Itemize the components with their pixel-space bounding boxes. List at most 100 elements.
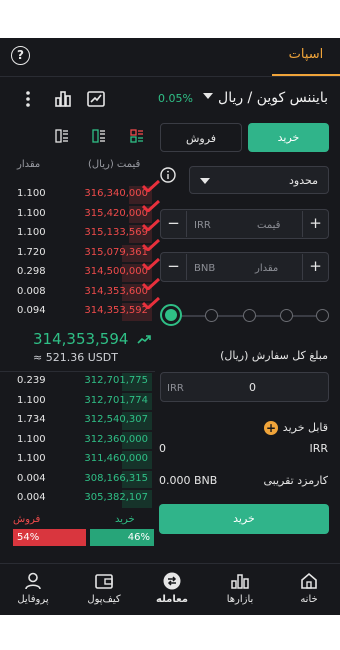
slider-step-25[interactable] bbox=[205, 309, 218, 322]
nav-markets-label: بازارها bbox=[226, 594, 254, 605]
nav-trade-label: معامله bbox=[156, 594, 188, 605]
amount-increase-button[interactable]: + bbox=[302, 254, 328, 280]
ask-row[interactable]: 1.100 315,420,000 bbox=[0, 199, 160, 225]
total-field[interactable]: IRR 0 bbox=[160, 372, 329, 402]
info-icon[interactable] bbox=[160, 167, 176, 183]
order-type-select[interactable]: محدود bbox=[189, 166, 329, 194]
bid-row[interactable]: 0.239 312,701,775 bbox=[0, 372, 152, 392]
check-mark-icon bbox=[142, 238, 160, 251]
fee-label: کارمزد تقریبی bbox=[263, 474, 328, 487]
amount-unit: BNB bbox=[194, 263, 216, 274]
row-price: 314,353,600 bbox=[84, 285, 148, 297]
orderbook-price-header: قیمت (ریال) bbox=[88, 159, 141, 170]
ask-row[interactable]: 0.298 314,500,000 bbox=[0, 258, 160, 283]
row-price: 312,701,775 bbox=[84, 375, 148, 386]
nav-trade[interactable]: معامله bbox=[142, 571, 202, 605]
row-amount: 1.100 bbox=[17, 394, 46, 406]
submit-buy-button[interactable]: خرید bbox=[159, 504, 329, 534]
buy-ratio-label: خرید bbox=[115, 514, 135, 525]
sell-ratio-bar: 54% bbox=[13, 529, 86, 546]
slider-step-50[interactable] bbox=[243, 309, 256, 322]
bottom-nav-divider bbox=[0, 563, 340, 564]
row-price: 312,360,000 bbox=[84, 433, 148, 445]
nav-home[interactable]: خانه bbox=[279, 571, 339, 605]
pair-dropdown-icon[interactable] bbox=[203, 93, 213, 99]
row-amount: 1.100 bbox=[17, 433, 46, 445]
ask-row[interactable]: 0.008 314,353,600 bbox=[0, 277, 160, 303]
help-icon[interactable]: ? bbox=[11, 46, 30, 65]
amount-decrease-button[interactable]: − bbox=[161, 254, 187, 280]
row-price: 315,079,361 bbox=[84, 246, 148, 258]
order-type-value: محدود bbox=[289, 174, 318, 187]
row-amount: 1.100 bbox=[17, 188, 46, 199]
price-placeholder: قیمت bbox=[257, 220, 281, 231]
fee-value: 0.000 bbox=[159, 474, 191, 487]
bid-row[interactable]: 0.004 308,166,315 bbox=[0, 470, 152, 490]
pair-change: 0.05% bbox=[158, 92, 193, 105]
add-funds-icon[interactable]: + bbox=[264, 421, 278, 435]
slider-step-75[interactable] bbox=[280, 309, 293, 322]
fee-unit: BNB bbox=[194, 474, 218, 487]
tab-buy[interactable]: خرید bbox=[248, 123, 329, 152]
row-amount: 1.734 bbox=[17, 414, 46, 425]
ask-row[interactable]: 1.100 315,133,569 bbox=[0, 219, 160, 244]
row-amount: 0.239 bbox=[17, 375, 46, 386]
ask-row[interactable]: 1.720 315,079,361 bbox=[0, 238, 160, 264]
more-icon[interactable] bbox=[18, 89, 38, 109]
price-decrease-button[interactable]: − bbox=[161, 211, 187, 237]
total-label: مبلغ کل سفارش (ریال) bbox=[220, 349, 328, 362]
bar-chart-icon[interactable] bbox=[53, 89, 73, 109]
bid-row[interactable]: 1.734 312,540,307 bbox=[0, 411, 152, 431]
slider-handle[interactable] bbox=[160, 304, 182, 326]
total-value: 0 bbox=[249, 381, 256, 394]
row-price: 308,166,315 bbox=[84, 472, 148, 484]
nav-wallet-label: کیف‌پول bbox=[87, 594, 121, 605]
check-mark-icon bbox=[142, 258, 160, 270]
app-screen: ? اسپات بایننس کوین / ریال 0.05% مقدار ق… bbox=[0, 38, 340, 615]
nav-wallet[interactable]: کیف‌پول bbox=[74, 571, 134, 605]
buy-ratio-bar: 46% bbox=[90, 529, 154, 546]
price-unit: IRR bbox=[194, 220, 211, 231]
nav-profile[interactable]: پروفایل bbox=[3, 571, 63, 605]
home-icon bbox=[301, 572, 317, 589]
total-unit: IRR bbox=[167, 383, 184, 394]
bid-row[interactable]: 1.100 311,460,000 bbox=[0, 450, 152, 470]
nav-markets[interactable]: بازارها bbox=[210, 571, 270, 605]
row-price: 316,340,000 bbox=[84, 188, 148, 199]
row-price: 305,382,107 bbox=[84, 492, 148, 503]
orderbook-amount-header: مقدار bbox=[17, 159, 41, 170]
price-field[interactable]: − IRR قیمت + bbox=[160, 209, 329, 239]
markets-icon bbox=[231, 574, 249, 589]
row-price: 315,420,000 bbox=[84, 207, 148, 219]
bid-row[interactable]: 0.004 305,382,107 bbox=[0, 489, 152, 509]
ask-row[interactable]: 1.100 316,340,000 bbox=[0, 180, 160, 205]
ask-row[interactable]: 0.094 314,353,592 bbox=[0, 297, 160, 322]
bid-row[interactable]: 1.100 312,360,000 bbox=[0, 431, 152, 451]
available-value: 0 bbox=[159, 442, 166, 455]
check-mark-icon bbox=[142, 277, 160, 290]
sell-ratio-label: فروش bbox=[13, 514, 41, 525]
slider-step-100[interactable] bbox=[316, 309, 329, 322]
chart-icon[interactable] bbox=[86, 89, 106, 109]
row-price: 311,460,000 bbox=[84, 453, 148, 464]
check-mark-icon bbox=[142, 297, 160, 309]
view-bids-icon[interactable] bbox=[92, 129, 106, 143]
view-asks-icon[interactable] bbox=[55, 129, 69, 143]
price-increase-button[interactable]: + bbox=[302, 211, 328, 237]
tab-sell[interactable]: فروش bbox=[160, 123, 242, 152]
last-price: 314,353,594 bbox=[33, 330, 152, 348]
row-amount: 1.100 bbox=[17, 207, 46, 219]
available-unit: IRR bbox=[309, 442, 328, 455]
trend-up-icon bbox=[137, 335, 152, 344]
row-amount: 1.100 bbox=[17, 227, 46, 238]
pair-name[interactable]: بایننس کوین / ریال bbox=[218, 90, 328, 106]
trade-icon bbox=[163, 572, 181, 590]
row-amount: 0.298 bbox=[17, 266, 46, 277]
amount-field[interactable]: − BNB مقدار + bbox=[160, 252, 329, 282]
tab-spot[interactable]: اسپات bbox=[272, 38, 340, 76]
bid-row[interactable]: 1.100 312,701,774 bbox=[0, 392, 152, 412]
row-price: 315,133,569 bbox=[84, 227, 148, 238]
nav-home-label: خانه bbox=[300, 594, 318, 605]
available-label: قابل خرید bbox=[282, 421, 328, 434]
view-both-icon[interactable] bbox=[130, 129, 144, 143]
